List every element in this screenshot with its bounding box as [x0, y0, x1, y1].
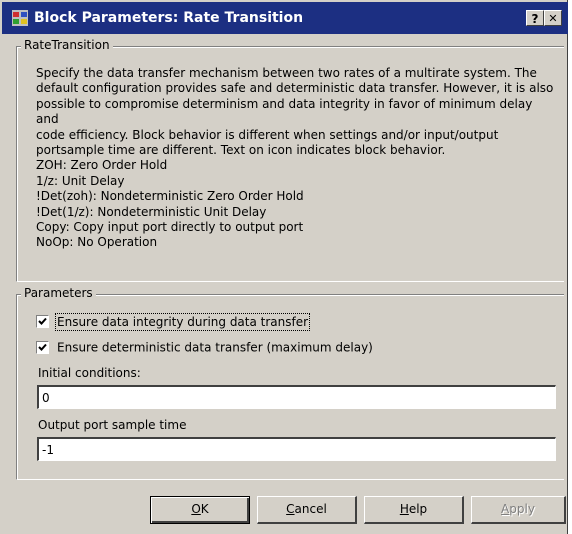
description-line: code efficiency. Block behavior is diffe…	[36, 127, 499, 142]
ensure-deterministic-checkbox[interactable]	[36, 341, 49, 354]
initial-conditions-input[interactable]	[37, 385, 556, 409]
cancel-accel: C	[286, 502, 295, 516]
initial-conditions-label: Initial conditions:	[38, 366, 141, 380]
ok-label-rest: K	[200, 502, 209, 516]
description-line: default configuration provides safe and …	[36, 81, 554, 96]
ensure-integrity-label[interactable]: Ensure data integrity during data transf…	[54, 312, 311, 331]
help-accel: H	[399, 502, 409, 516]
description-line: !Det(zoh): Nondeterministic Zero Order H…	[36, 189, 304, 204]
description-line: Specify the data transfer mechanism betw…	[36, 66, 537, 80]
simulink-block-icon	[12, 10, 28, 26]
checkmark-icon	[38, 343, 47, 351]
output-port-sample-time-input[interactable]	[37, 437, 556, 461]
help-label-rest: elp	[408, 502, 428, 516]
description-line: 1/z: Unit Delay	[36, 173, 125, 188]
block-description: Specify the data transfer mechanism betw…	[36, 66, 556, 251]
ensure-deterministic-label[interactable]: Ensure deterministic data transfer (maxi…	[57, 341, 373, 355]
dialog-window: Block Parameters: Rate Transition ? ✕ Ra…	[0, 0, 568, 534]
apply-label-rest: pply	[509, 502, 535, 516]
parameters-legend: Parameters	[21, 286, 96, 300]
description-line: portsample time are different. Text on i…	[36, 143, 446, 158]
close-button[interactable]: ✕	[544, 10, 562, 26]
help-button[interactable]: Help	[364, 496, 464, 524]
ensure-integrity-checkbox-row[interactable]: Ensure data integrity during data transf…	[36, 312, 311, 331]
title-bar[interactable]: Block Parameters: Rate Transition ? ✕	[2, 2, 568, 34]
ok-accel: O	[191, 502, 201, 516]
ensure-deterministic-checkbox-row[interactable]: Ensure deterministic data transfer (maxi…	[36, 340, 373, 356]
cancel-label-rest: ancel	[294, 502, 327, 516]
output-port-sample-time-label: Output port sample time	[38, 418, 187, 432]
ok-button[interactable]: OK	[150, 496, 250, 524]
checkmark-icon	[38, 317, 47, 325]
window-title: Block Parameters: Rate Transition	[34, 10, 304, 26]
description-line: ZOH: Zero Order Hold	[36, 158, 168, 173]
help-title-button[interactable]: ?	[526, 10, 544, 26]
description-line: Copy: Copy input port directly to output…	[36, 220, 304, 235]
ensure-integrity-checkbox[interactable]	[36, 315, 49, 328]
description-legend: RateTransition	[21, 38, 113, 52]
cancel-button[interactable]: Cancel	[257, 496, 357, 524]
description-line: NoOp: No Operation	[36, 235, 158, 250]
apply-button[interactable]: Apply	[471, 496, 566, 524]
description-line: possible to compromise determinism and d…	[36, 96, 533, 127]
description-line: !Det(1/z): Nondeterministic Unit Delay	[36, 204, 267, 219]
